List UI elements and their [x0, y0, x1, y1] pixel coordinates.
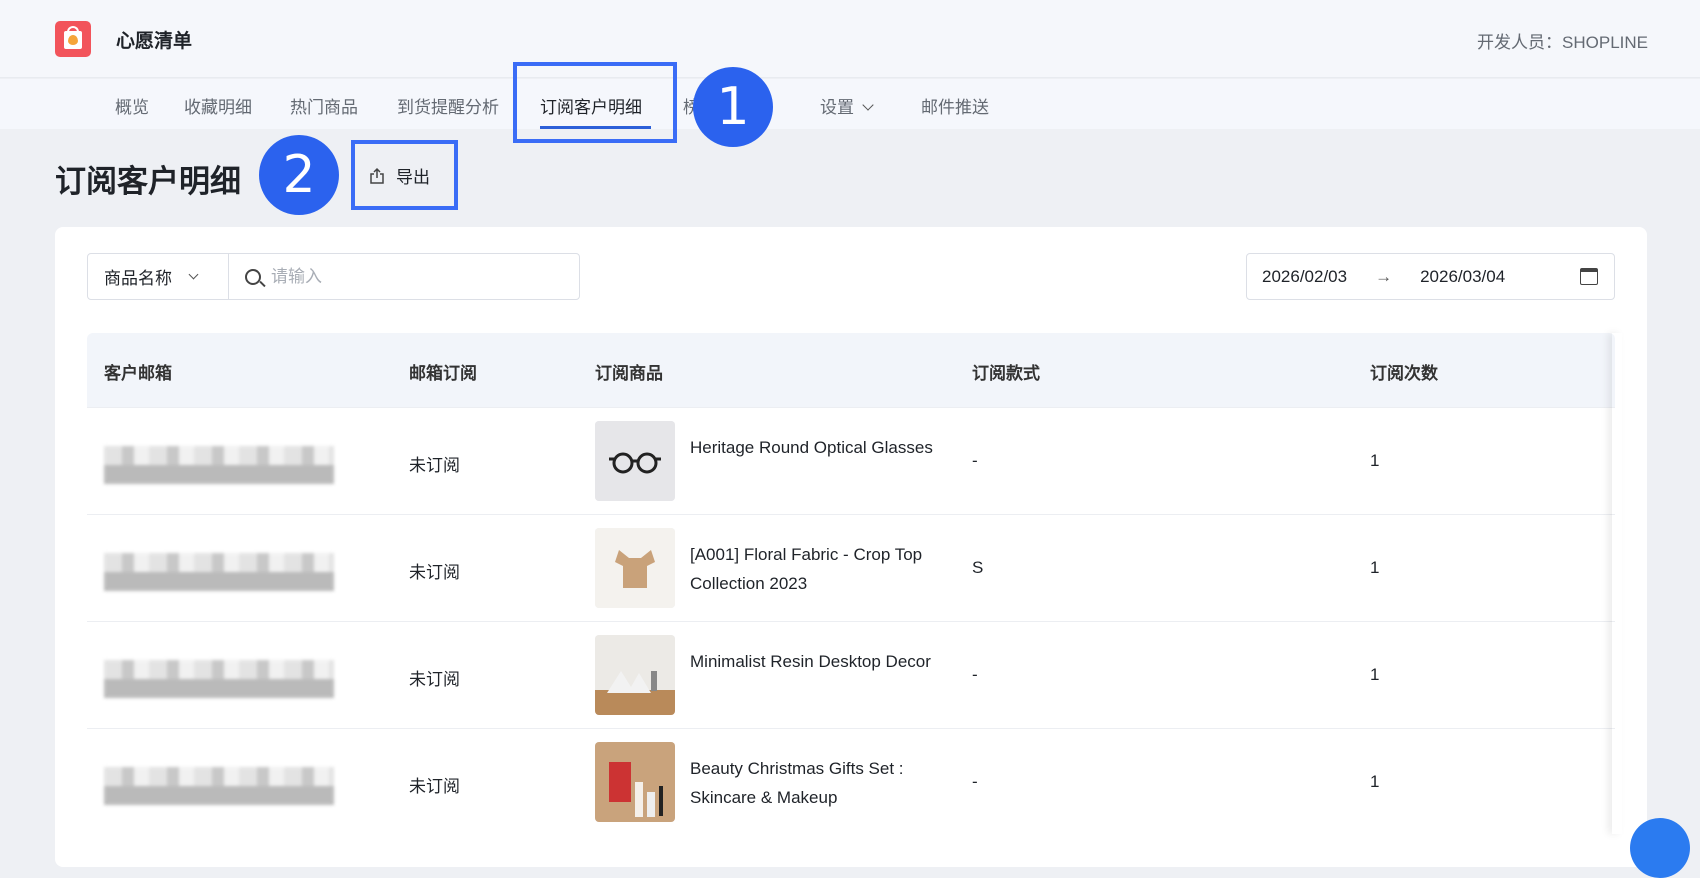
product-image[interactable] — [595, 742, 675, 822]
tab-favorites[interactable]: 收藏明细 — [184, 93, 252, 118]
calendar-icon — [1580, 268, 1598, 285]
annotation-badge-1: 1 — [693, 67, 773, 147]
subscription-status: 未订阅 — [409, 777, 460, 796]
glasses-thumbnail — [595, 421, 675, 501]
masked-email — [104, 660, 334, 698]
beauty-set-thumbnail — [595, 742, 675, 822]
product-name[interactable]: Beauty Christmas Gifts Set : Skincare & … — [690, 754, 950, 812]
variant: - — [972, 772, 978, 791]
date-separator: → — [1375, 266, 1393, 286]
product-image[interactable] — [595, 528, 675, 608]
subscription-status: 未订阅 — [409, 670, 460, 689]
subscription-status: 未订阅 — [409, 563, 460, 582]
table-row: 未订阅 Beauty Christmas Gifts Set : Skincar… — [87, 728, 1615, 835]
product-image[interactable] — [595, 421, 675, 501]
search-field[interactable] — [228, 253, 580, 300]
tab-overview[interactable]: 概览 — [115, 93, 149, 118]
field-select[interactable]: 商品名称 — [87, 253, 229, 300]
subscription-count: 1 — [1370, 451, 1380, 470]
subscription-count: 1 — [1370, 665, 1380, 684]
col-variant: 订阅款式 — [972, 364, 1040, 383]
col-count: 订阅次数 — [1370, 364, 1438, 383]
app-title: 心愿清单 — [116, 31, 193, 52]
chevron-down-icon — [188, 269, 199, 280]
field-select-value: 商品名称 — [104, 269, 172, 288]
search-icon — [245, 268, 261, 285]
table-row: 未订阅 Minimalist Resin Desktop Decor - 1 — [87, 621, 1615, 728]
table-row: 未订阅 Heritage Round Optical Glasses - 1 — [87, 407, 1615, 514]
subscribers-table: 客户邮箱 邮箱订阅 订阅商品 订阅款式 订阅次数 未订阅 Heritage Ro… — [87, 333, 1615, 835]
page-title: 订阅客户明细 — [55, 164, 241, 199]
tab-email-push[interactable]: 邮件推送 — [921, 93, 989, 118]
tab-restock-analysis[interactable]: 到货提醒分析 — [397, 93, 499, 118]
nav-bar: 概览 收藏明细 热门商品 到货提醒分析 订阅客户明细 榜单 设置 邮件推送 — [0, 79, 1700, 129]
desk-decor-thumbnail — [595, 635, 675, 715]
search-input[interactable] — [271, 266, 551, 287]
crop-top-thumbnail — [595, 528, 675, 608]
tab-settings[interactable]: 设置 — [820, 93, 874, 118]
product-image[interactable] — [595, 635, 675, 715]
app-header: 心愿清单 开发人员：SHOPLINE — [0, 0, 1700, 78]
variant: - — [972, 665, 978, 684]
gift-logo-icon — [55, 21, 91, 57]
annotation-badge-2: 2 — [259, 135, 339, 215]
masked-email — [104, 767, 334, 805]
tab-settings-label: 设置 — [820, 98, 854, 117]
masked-email — [104, 446, 334, 484]
date-start[interactable]: 2026/02/03 — [1262, 267, 1347, 287]
table-header: 客户邮箱 邮箱订阅 订阅商品 订阅款式 订阅次数 — [87, 333, 1615, 407]
product-name[interactable]: Heritage Round Optical Glasses — [690, 433, 950, 462]
table-row: 未订阅 [A001] Floral Fabric - Crop Top Coll… — [87, 514, 1615, 621]
help-button[interactable] — [1630, 818, 1690, 878]
subscription-count: 1 — [1370, 772, 1380, 791]
date-end[interactable]: 2026/03/04 — [1420, 267, 1505, 287]
annotation-box-2 — [351, 140, 458, 210]
col-email-subscription: 邮箱订阅 — [409, 364, 477, 383]
col-email: 客户邮箱 — [104, 364, 172, 383]
date-range-picker[interactable]: 2026/02/03 → 2026/03/04 — [1246, 253, 1615, 300]
product-name[interactable]: [A001] Floral Fabric - Crop Top Collecti… — [690, 540, 950, 598]
masked-email — [104, 553, 334, 591]
variant: S — [972, 558, 984, 577]
col-product: 订阅商品 — [595, 364, 663, 383]
subscription-count: 1 — [1370, 558, 1380, 577]
chevron-down-icon — [862, 99, 874, 111]
subscription-status: 未订阅 — [409, 456, 460, 475]
variant: - — [972, 451, 978, 470]
table-fixed-shadow — [1612, 333, 1622, 834]
product-name[interactable]: Minimalist Resin Desktop Decor — [690, 647, 950, 676]
developer-label: 开发人员：SHOPLINE — [1477, 33, 1648, 52]
annotation-box-1 — [513, 62, 677, 143]
tab-hot-products[interactable]: 热门商品 — [290, 93, 358, 118]
